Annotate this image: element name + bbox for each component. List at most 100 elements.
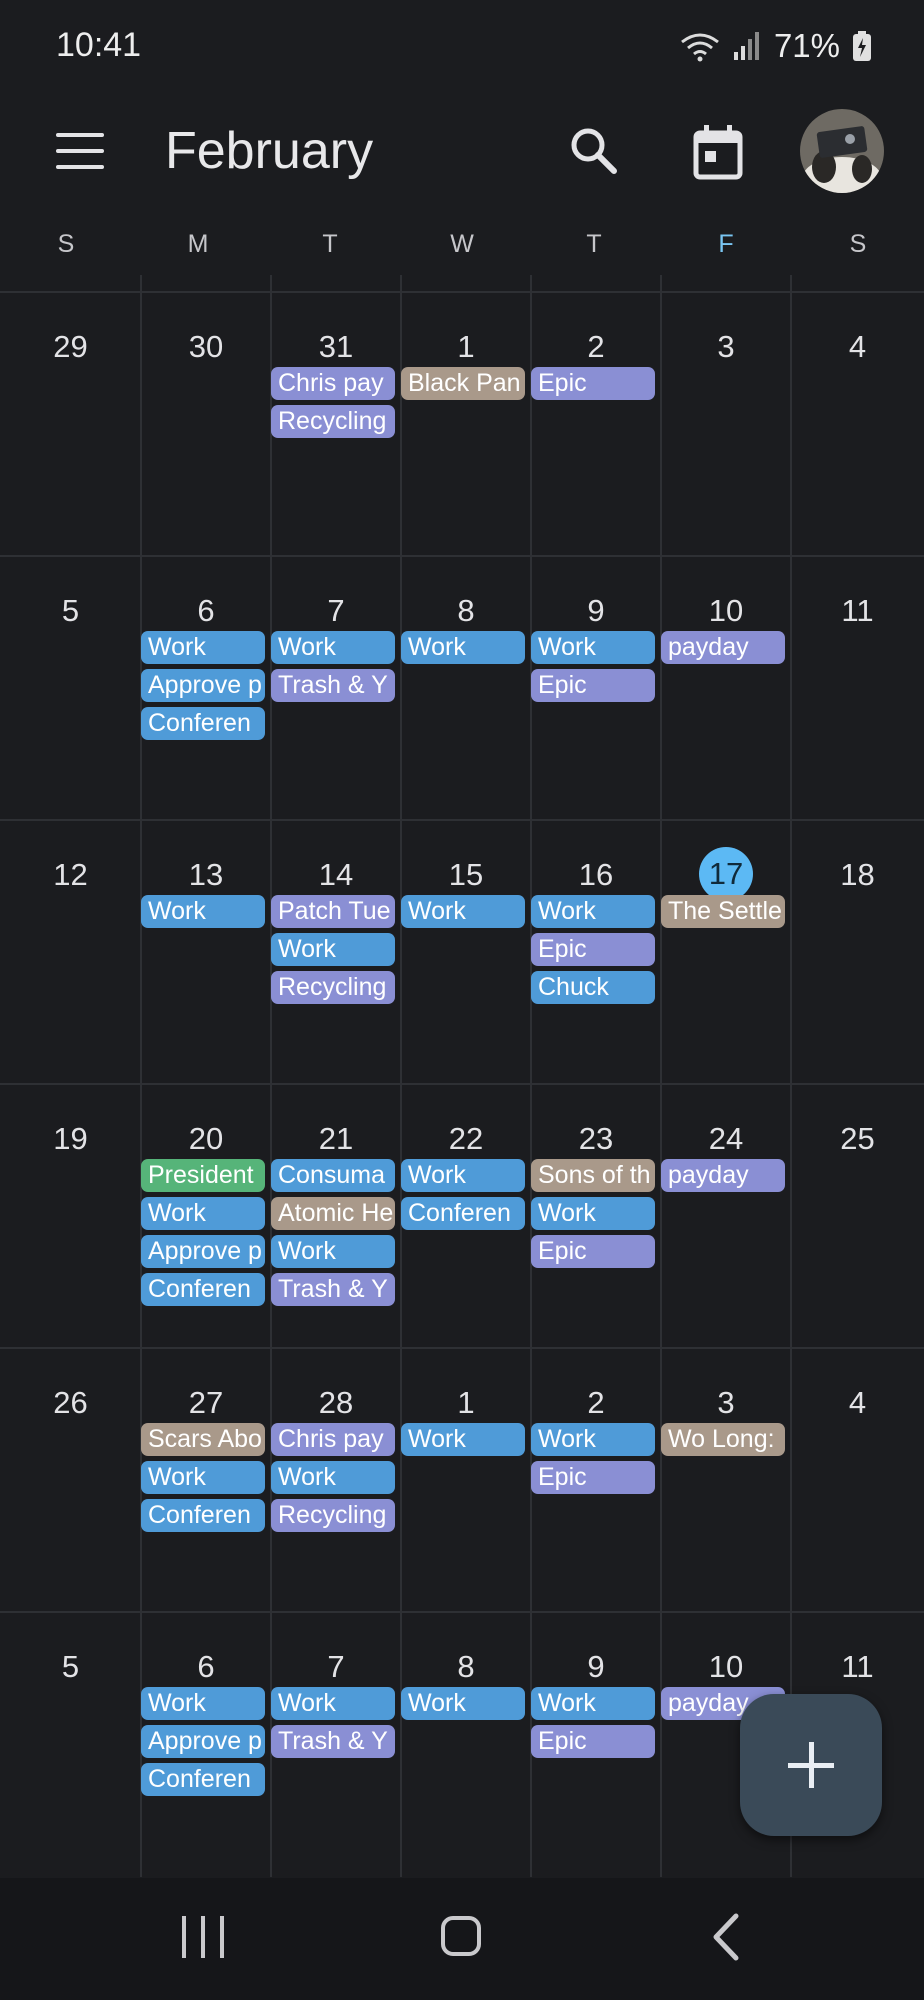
event-chip[interactable]: Conferen (141, 1273, 265, 1306)
event-chip[interactable]: payday (661, 631, 785, 664)
day-cell[interactable]: 2 Epic (531, 293, 661, 556)
page-title[interactable]: February (165, 121, 373, 181)
day-cell[interactable]: 14 Patch Tue Work Recycling (271, 821, 401, 1084)
day-cell[interactable]: 4 (791, 1349, 924, 1612)
day-cell[interactable]: 8 Work (401, 557, 531, 820)
day-cell[interactable]: 17 The Settle (661, 821, 791, 1084)
day-cell[interactable]: 18 (791, 821, 924, 1084)
event-chip[interactable]: Work (531, 1197, 655, 1230)
event-chip[interactable]: Epic (531, 367, 655, 400)
event-chip[interactable]: Approve p (141, 1725, 265, 1758)
back-button[interactable] (706, 1912, 746, 1962)
event-chip[interactable]: Work (401, 631, 525, 664)
event-chip[interactable]: Work (141, 631, 265, 664)
event-chip[interactable]: Work (271, 933, 395, 966)
event-chip[interactable]: Work (141, 895, 265, 928)
event-chip[interactable]: Recycling (271, 405, 395, 438)
event-chip[interactable]: Work (531, 631, 655, 664)
day-cell[interactable]: 9 Work Epic (531, 557, 661, 820)
day-cell[interactable]: 5 (0, 557, 141, 820)
calendar-today-icon[interactable] (690, 123, 746, 183)
event-chip[interactable]: Trash & Y (271, 1273, 395, 1306)
menu-icon[interactable] (56, 133, 106, 169)
recent-apps-button[interactable] (182, 1916, 226, 1958)
day-cell[interactable]: 15 Work (401, 821, 531, 1084)
event-chip[interactable]: Conferen (141, 1763, 265, 1796)
day-cell[interactable]: 4 (791, 293, 924, 556)
event-chip[interactable]: Work (141, 1197, 265, 1230)
home-button[interactable] (441, 1916, 481, 1956)
day-cell[interactable]: 3 (661, 293, 791, 556)
day-cell[interactable]: 7 Work Trash & Y (271, 1613, 401, 1876)
day-cell[interactable]: 6 Work Approve p Conferen (141, 1613, 271, 1876)
event-chip[interactable]: Trash & Y (271, 669, 395, 702)
day-cell[interactable]: 8 Work (401, 1613, 531, 1876)
event-chip[interactable]: Consuma (271, 1159, 395, 1192)
day-cell[interactable]: 11 (791, 557, 924, 820)
event-chip[interactable]: Trash & Y (271, 1725, 395, 1758)
event-chip[interactable]: Black Pan (401, 367, 525, 400)
event-chip[interactable]: Work (141, 1461, 265, 1494)
event-chip[interactable]: Epic (531, 1725, 655, 1758)
day-cell[interactable]: 24 payday (661, 1085, 791, 1348)
event-chip[interactable]: Approve p (141, 669, 265, 702)
day-cell[interactable]: 19 (0, 1085, 141, 1348)
event-chip[interactable]: Epic (531, 933, 655, 966)
event-chip[interactable]: Scars Abo (141, 1423, 265, 1456)
day-cell[interactable]: 30 (141, 293, 271, 556)
event-chip[interactable]: The Settle (661, 895, 785, 928)
event-chip[interactable]: Chris pay (271, 367, 395, 400)
day-cell[interactable]: 31 Chris pay Recycling (271, 293, 401, 556)
day-cell[interactable]: 29 (0, 293, 141, 556)
day-cell[interactable]: 3 Wo Long: (661, 1349, 791, 1612)
event-chip[interactable]: Epic (531, 1461, 655, 1494)
event-chip[interactable]: payday (661, 1159, 785, 1192)
day-cell[interactable]: 10 payday (661, 557, 791, 820)
search-icon[interactable] (566, 123, 622, 179)
event-chip[interactable]: Conferen (401, 1197, 525, 1230)
day-cell[interactable]: 2 Work Epic (531, 1349, 661, 1612)
event-chip[interactable]: Work (531, 1687, 655, 1720)
event-chip[interactable]: Work (401, 1159, 525, 1192)
event-chip[interactable]: Work (531, 895, 655, 928)
event-chip[interactable]: Epic (531, 669, 655, 702)
day-cell[interactable]: 22 Work Conferen (401, 1085, 531, 1348)
day-cell[interactable]: 21 Consuma Atomic He Work Trash & Y (271, 1085, 401, 1348)
add-event-button[interactable] (740, 1694, 882, 1836)
day-cell[interactable]: 23 Sons of th Work Epic (531, 1085, 661, 1348)
day-cell[interactable]: 1 Work (401, 1349, 531, 1612)
event-chip[interactable]: Atomic He (271, 1197, 395, 1230)
event-chip[interactable]: Approve p (141, 1235, 265, 1268)
day-cell[interactable]: 25 (791, 1085, 924, 1348)
event-chip[interactable]: Patch Tue (271, 895, 395, 928)
event-chip[interactable]: Work (401, 895, 525, 928)
event-chip[interactable]: Work (401, 1423, 525, 1456)
event-chip[interactable]: Conferen (141, 1499, 265, 1532)
event-chip[interactable]: Chuck (531, 971, 655, 1004)
event-chip[interactable]: Work (271, 631, 395, 664)
event-chip[interactable]: Work (531, 1423, 655, 1456)
day-cell[interactable]: 13 Work (141, 821, 271, 1084)
day-cell[interactable]: 12 (0, 821, 141, 1084)
event-chip[interactable]: Wo Long: (661, 1423, 785, 1456)
event-chip[interactable]: Recycling (271, 1499, 395, 1532)
avatar[interactable] (800, 109, 884, 193)
event-chip[interactable]: Chris pay (271, 1423, 395, 1456)
event-chip[interactable]: Work (141, 1687, 265, 1720)
event-chip[interactable]: Work (271, 1687, 395, 1720)
day-cell[interactable]: 5 (0, 1613, 141, 1876)
event-chip[interactable]: Epic (531, 1235, 655, 1268)
event-chip[interactable]: Work (271, 1461, 395, 1494)
event-chip[interactable]: Work (401, 1687, 525, 1720)
day-cell[interactable]: 6 Work Approve p Conferen (141, 557, 271, 820)
day-cell[interactable]: 9 Work Epic (531, 1613, 661, 1876)
day-cell[interactable]: 1 Black Pan (401, 293, 531, 556)
event-chip[interactable]: Conferen (141, 707, 265, 740)
event-chip[interactable]: President (141, 1159, 265, 1192)
event-chip[interactable]: Sons of th (531, 1159, 655, 1192)
day-cell[interactable]: 28 Chris pay Work Recycling (271, 1349, 401, 1612)
day-cell[interactable]: 27 Scars Abo Work Conferen (141, 1349, 271, 1612)
event-chip[interactable]: Recycling (271, 971, 395, 1004)
event-chip[interactable]: Work (271, 1235, 395, 1268)
day-cell[interactable]: 20 President Work Approve p Conferen (141, 1085, 271, 1348)
